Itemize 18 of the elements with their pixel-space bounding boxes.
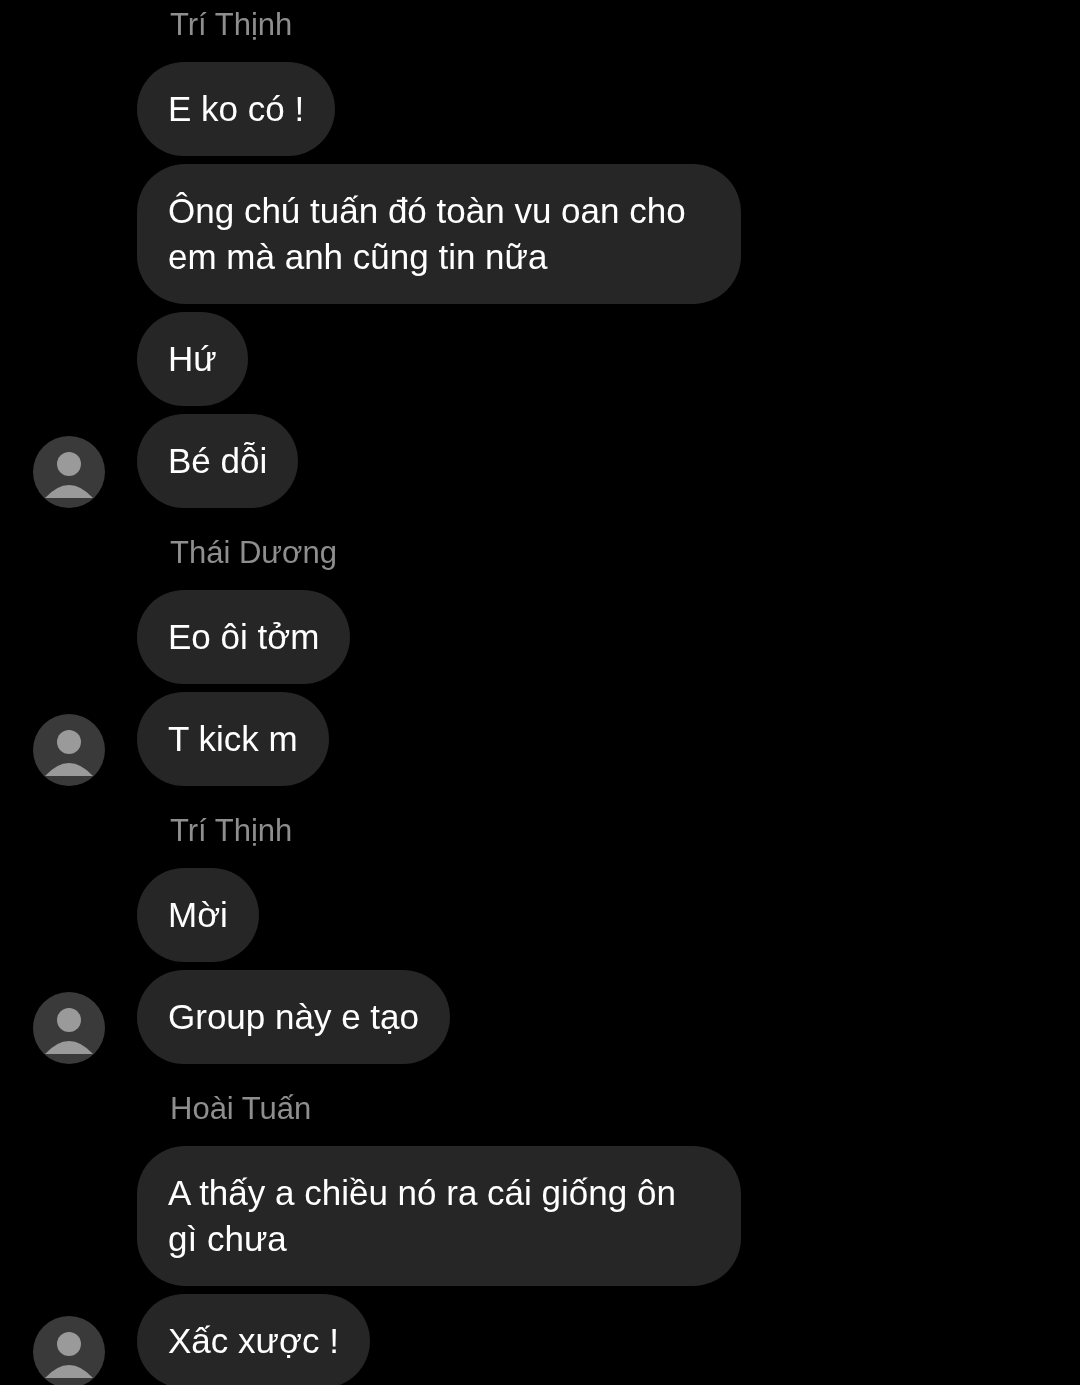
message-bubble: Eo ôi tởm: [137, 590, 351, 684]
sender-name: Trí Thịnh: [170, 813, 293, 848]
message-bubble: T kick m: [137, 692, 329, 786]
message-bubble: A thấy a chiều nó ra cái giống ôn gì chưa: [137, 1146, 741, 1286]
message-bubble: Bé dỗi: [137, 414, 299, 508]
avatar-icon[interactable]: [33, 1316, 105, 1385]
sender-name: Hoài Tuấn: [170, 1091, 312, 1126]
message-bubble: Hứ: [137, 312, 248, 406]
avatar-icon[interactable]: [33, 436, 105, 508]
sender-name: Thái Dương: [170, 535, 337, 570]
message-bubble: Ông chú tuấn đó toàn vu oan cho em mà anh cũng tin nữa: [137, 164, 741, 304]
avatar-icon[interactable]: [33, 714, 105, 786]
message-bubble: Xấc xược !: [137, 1294, 370, 1385]
message-bubble: Group này e tạo: [137, 970, 450, 1064]
sender-name: Trí Thịnh: [170, 7, 293, 42]
avatar-icon[interactable]: [33, 992, 105, 1064]
message-bubble: E ko có !: [137, 62, 336, 156]
message-bubble: Mời: [137, 868, 259, 962]
